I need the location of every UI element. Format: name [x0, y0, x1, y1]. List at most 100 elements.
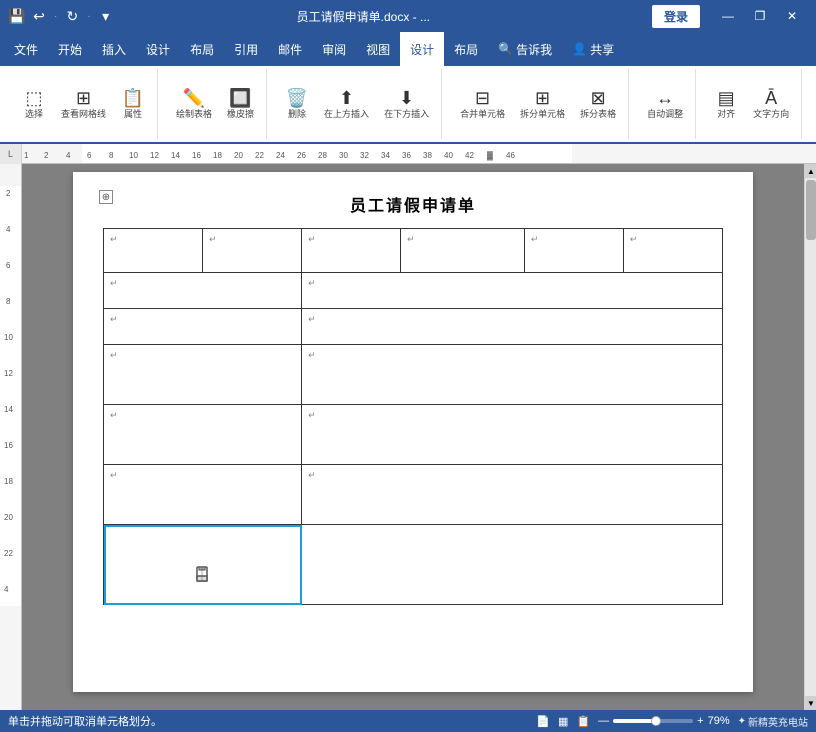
table-cell[interactable]: ↵	[302, 405, 723, 465]
table-cell[interactable]: ↵	[302, 229, 401, 273]
eraser-icon: 🔲	[229, 89, 251, 107]
titlebar-quick-access: 💾 ↩ · ↻ · ▾	[8, 7, 115, 25]
tab-design2[interactable]: 设计	[400, 32, 444, 66]
status-hint: 单击并拖动可取消单元格划分。	[8, 713, 524, 729]
autofit-icon: ↔	[656, 89, 674, 107]
redo-icon[interactable]: ↻	[63, 7, 81, 25]
scroll-thumb[interactable]	[806, 180, 816, 240]
zoom-slider-thumb[interactable]	[651, 716, 661, 726]
zoom-value: 79%	[708, 715, 730, 727]
split-table-btn[interactable]: ⊠ 拆分表格	[574, 85, 622, 124]
zoom-slider-fill	[613, 719, 653, 723]
watermark: ✦ 新精英充电站	[738, 714, 808, 729]
login-button[interactable]: 登录	[652, 5, 700, 28]
eraser-btn[interactable]: 🔲 橡皮擦	[221, 85, 260, 124]
align-group: ▤ 对齐 Ā 文字方向	[702, 69, 802, 139]
title-bar: 💾 ↩ · ↻ · ▾ 员工请假申请单.docx - ... 登录 — ❐ ✕	[0, 0, 816, 32]
tab-view[interactable]: 视图	[356, 32, 400, 66]
table-cell[interactable]: ↵	[524, 229, 623, 273]
svg-text:2: 2	[6, 189, 11, 198]
save-icon[interactable]: 💾	[8, 7, 26, 25]
tab-mailings[interactable]: 邮件	[268, 32, 312, 66]
zoom-in-button[interactable]: +	[697, 715, 703, 727]
svg-text:22: 22	[4, 549, 13, 558]
insert-above-btn[interactable]: ⬆ 在上方插入	[318, 85, 375, 124]
close-button[interactable]: ✕	[776, 0, 808, 32]
table-cell[interactable]	[302, 525, 723, 605]
draw-icon: ✏️	[183, 89, 205, 107]
svg-text:4: 4	[4, 585, 9, 594]
vertical-scrollbar[interactable]: ▲ ▼	[804, 164, 816, 710]
gridlines-btn[interactable]: ⊞ 查看网格线	[55, 85, 112, 124]
document-scroll[interactable]: ⊕ 员工请假申请单 ↵ ↵ ↵ ↵ ↵ ↵ ↵ ↵	[22, 164, 804, 710]
table-cell[interactable]: ↵	[401, 229, 525, 273]
table-cell[interactable]: ↵	[623, 229, 722, 273]
svg-text:16: 16	[4, 441, 13, 450]
insert-above-icon: ⬆	[339, 89, 354, 107]
table-move-handle[interactable]: ⊕	[99, 190, 113, 204]
split-table-icon: ⊠	[591, 89, 606, 107]
scroll-up-button[interactable]: ▲	[805, 164, 816, 178]
tab-share[interactable]: 👤 共享	[562, 32, 624, 66]
tab-references[interactable]: 引用	[224, 32, 268, 66]
tab-home[interactable]: 开始	[48, 32, 92, 66]
table-cell[interactable]: ↵	[104, 405, 302, 465]
split-cells-btn[interactable]: ⊞ 拆分单元格	[514, 85, 571, 124]
align-tl-btn[interactable]: ▤ 对齐	[708, 85, 744, 124]
active-table-cell[interactable]	[104, 525, 302, 605]
print-layout-icon[interactable]: ▦	[558, 715, 568, 728]
svg-text:34: 34	[381, 151, 390, 160]
undo-icon[interactable]: ↩	[30, 7, 48, 25]
horizontal-ruler: 1 2 4 6 8 10 12 14 16 18 20 22 24 26 28 …	[22, 144, 816, 164]
tab-design[interactable]: 设计	[136, 32, 180, 66]
ribbon-toolbar: ⬚ 选择 ⊞ 查看网格线 📋 属性 ✏️ 绘制表格 🔲 橡皮擦	[0, 66, 816, 144]
svg-text:8: 8	[6, 297, 11, 306]
direction-btn[interactable]: Ā 文字方向	[747, 85, 795, 124]
table-cell[interactable]: ↵	[104, 345, 302, 405]
scroll-down-button[interactable]: ▼	[805, 696, 816, 710]
tab-file[interactable]: 文件	[4, 32, 48, 66]
restore-button[interactable]: ❐	[744, 0, 776, 32]
svg-text:26: 26	[297, 151, 306, 160]
tab-layout2[interactable]: 布局	[444, 32, 488, 66]
document-page: ⊕ 员工请假申请单 ↵ ↵ ↵ ↵ ↵ ↵ ↵ ↵	[73, 172, 753, 692]
merge-cells-btn[interactable]: ⊟ 合并单元格	[454, 85, 511, 124]
document-title: 员工请假申请单	[103, 192, 723, 216]
zoom-out-button[interactable]: —	[598, 715, 609, 727]
table-cell[interactable]: ↵	[203, 229, 302, 273]
gridlines-icon: ⊞	[76, 89, 91, 107]
autofit-btn[interactable]: ↔ 自动调整	[641, 85, 689, 124]
minimize-button[interactable]: —	[712, 0, 744, 32]
table-cell[interactable]: ↵	[104, 465, 302, 525]
ruler-corner: L	[0, 144, 22, 164]
table-cell[interactable]: ↵	[302, 465, 723, 525]
tab-layout[interactable]: 布局	[180, 32, 224, 66]
status-right: 📄 ▦ 📋 — + 79% ✦ 新精英充电站	[536, 714, 808, 729]
table-cell[interactable]: ↵	[302, 273, 723, 309]
ribbon-tabs: 文件 开始 插入 设计 布局 引用 邮件 审阅 视图 设计 布局 🔍 告诉我 👤…	[0, 32, 816, 66]
table-cell[interactable]: ↵	[302, 309, 723, 345]
table-cell[interactable]: ↵	[104, 229, 203, 273]
properties-btn[interactable]: 📋 属性	[115, 85, 151, 124]
select-icon: ⬚	[25, 89, 42, 107]
svg-text:18: 18	[213, 151, 222, 160]
web-layout-icon[interactable]: 📋	[576, 715, 590, 728]
data-group: ⇅ 排序 f(x) 公式	[808, 69, 816, 139]
merge-group: ⊟ 合并单元格 ⊞ 拆分单元格 ⊠ 拆分表格	[448, 69, 629, 139]
eraser-cursor-icon	[191, 563, 215, 587]
tab-find[interactable]: 🔍 告诉我	[488, 32, 562, 66]
tab-insert[interactable]: 插入	[92, 32, 136, 66]
read-mode-icon[interactable]: 📄	[536, 715, 550, 728]
zoom-slider[interactable]	[613, 719, 693, 723]
insert-below-btn[interactable]: ⬇ 在下方插入	[378, 85, 435, 124]
select-btn[interactable]: ⬚ 选择	[16, 85, 52, 124]
table-cell[interactable]: ↵	[104, 309, 302, 345]
zoom-control: — + 79%	[598, 715, 729, 727]
draw-table-btn[interactable]: ✏️ 绘制表格	[170, 85, 218, 124]
tab-review[interactable]: 审阅	[312, 32, 356, 66]
table-cell[interactable]: ↵	[302, 345, 723, 405]
vertical-ruler: 2 4 6 8 10 12 14 16 18 20 22 4	[0, 164, 22, 710]
delete-btn[interactable]: 🗑️ 删除	[279, 85, 315, 124]
table-cell[interactable]: ↵	[104, 273, 302, 309]
customize-icon[interactable]: ▾	[97, 7, 115, 25]
